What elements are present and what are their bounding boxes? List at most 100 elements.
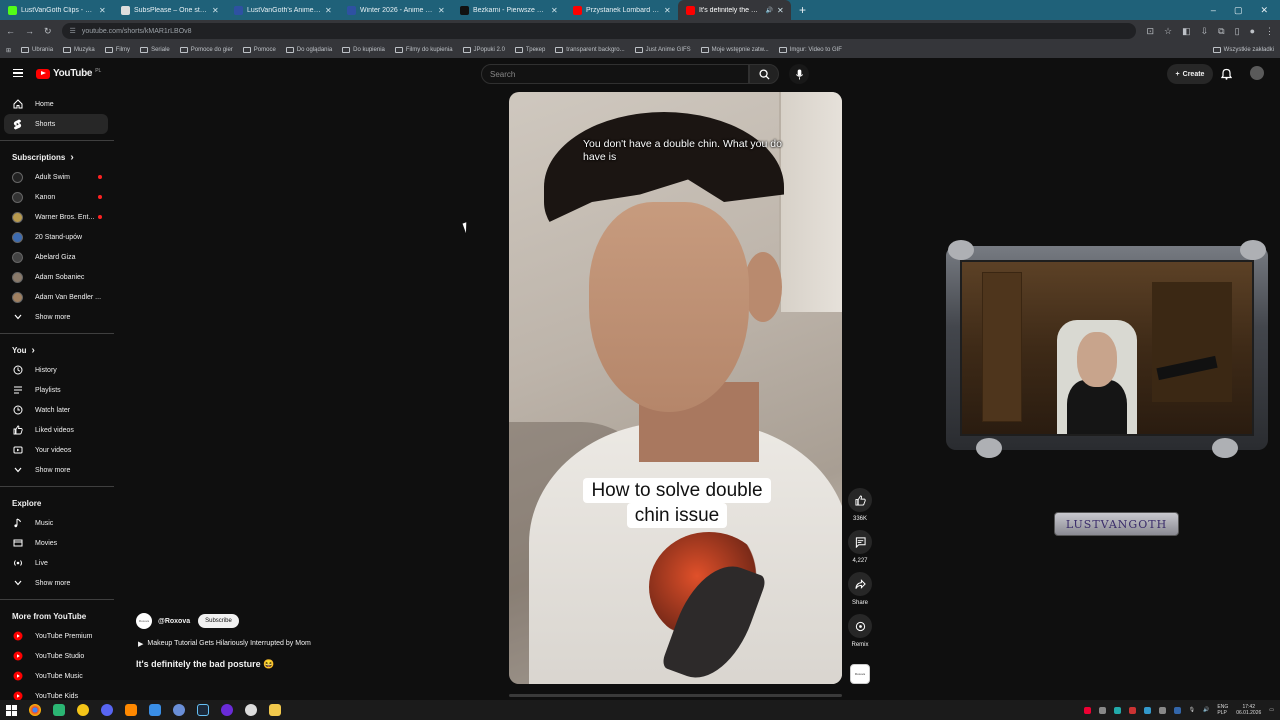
subscribe-button[interactable]: Subscribe (198, 614, 239, 628)
app-taskbar-icon[interactable] (53, 704, 65, 716)
related-video-link[interactable]: ▶ Makeup Tutorial Gets Hilariously Inter… (138, 640, 311, 648)
microphone-tray-icon[interactable]: 🎙 (1189, 707, 1195, 713)
discord-taskbar-icon[interactable] (101, 704, 113, 716)
obs-taskbar-icon[interactable] (221, 704, 233, 716)
browser-tab[interactable]: LustVanGoth Clips - Watch Live ✕ (0, 0, 113, 20)
tray-app-icon[interactable] (1083, 706, 1091, 714)
language-indicator[interactable]: ENG PLP (1217, 704, 1228, 716)
subscription-item[interactable]: 20 Stand-upów (0, 227, 116, 247)
sidebar-item-movies[interactable]: Movies (0, 533, 116, 553)
subscriptions-header[interactable]: Subscriptions › (0, 147, 116, 167)
menu-icon[interactable] (13, 69, 23, 77)
settings-taskbar-icon[interactable] (245, 704, 257, 716)
bookmark-item[interactable]: Pomoce (242, 47, 276, 53)
bookmark-item[interactable]: Filmy do kupienia (394, 47, 453, 53)
all-bookmarks[interactable]: Wszystkie zakładki (1212, 47, 1274, 53)
share-action[interactable]: Share (846, 572, 874, 606)
subscription-item[interactable]: Warner Bros. Ent... (0, 207, 116, 227)
sidebar-item-playlists[interactable]: Playlists (0, 380, 116, 400)
tray-app-icon[interactable] (1158, 706, 1166, 714)
remix-action[interactable]: Remix (846, 614, 874, 648)
bookmark-item[interactable]: transparent backgro... (555, 47, 625, 53)
comment-action[interactable]: 4,227 (846, 530, 874, 564)
bookmark-item[interactable]: Moje wstępnie zatw... (700, 47, 769, 53)
browser-tab[interactable]: Przystanek Lombard - Odc. 78 ✕ (565, 0, 678, 20)
sidebar-item-your-videos[interactable]: Your videos (0, 440, 116, 460)
extension-icon[interactable]: ◧ (1182, 26, 1191, 37)
subscription-item[interactable]: Kanon (0, 187, 116, 207)
close-tab-icon[interactable]: ✕ (551, 6, 559, 15)
bookmark-item[interactable]: Filmy (104, 47, 130, 53)
sidebar-item-shorts[interactable]: Shorts (4, 114, 108, 134)
star-icon[interactable]: ☆ (1164, 26, 1172, 37)
remix-button[interactable] (848, 614, 872, 638)
subscription-item[interactable]: Adam Van Bendler ... (0, 287, 116, 307)
back-icon[interactable]: ← (6, 26, 15, 36)
sidebar-item-youtube-music[interactable]: YouTube Music (0, 666, 116, 686)
like-button[interactable] (848, 488, 872, 512)
sidebar-item-home[interactable]: Home (0, 94, 116, 114)
voice-search-button[interactable] (789, 64, 809, 84)
sidebar-item-liked-videos[interactable]: Liked videos (0, 420, 116, 440)
chrome-taskbar-icon[interactable] (29, 704, 41, 716)
tray-app-icon[interactable] (1098, 706, 1106, 714)
tray-app-icon[interactable] (1143, 706, 1151, 714)
profile-icon[interactable]: ● (1250, 26, 1255, 37)
address-bar[interactable]: ☰ youtube.com/shorts/kMAR1rLBOv8 (61, 23, 1137, 39)
bookmark-item[interactable]: Ubrania (21, 47, 53, 53)
bookmark-item[interactable]: Imgur: Video to GIF (778, 47, 842, 53)
speaker-tray-icon[interactable]: 🔊 (1203, 707, 1209, 713)
tray-app-icon[interactable] (1173, 706, 1181, 714)
apps-icon[interactable]: ⊞ (6, 47, 11, 54)
browser-tab[interactable]: Bezkarni - Pierwsze starcie / Th ✕ (452, 0, 565, 20)
video-progress-bar[interactable] (509, 694, 842, 697)
sidebar-item-live[interactable]: Live (0, 553, 116, 573)
minimize-button[interactable]: – (1211, 5, 1216, 16)
audio-source-thumbnail[interactable]: Roxova (850, 664, 870, 684)
show-more-button[interactable]: Show more (0, 573, 116, 593)
subscription-item[interactable]: Adult Swim (0, 167, 116, 187)
browser-tab[interactable]: It's definitely the bad postu 🔊 ✕ (678, 0, 791, 20)
bookmark-item[interactable]: Do kupienia (342, 47, 385, 53)
close-tab-icon[interactable]: ✕ (325, 6, 333, 15)
browser-taskbar-icon[interactable] (173, 704, 185, 716)
browser-tab[interactable]: Winter 2026 - Anime - MyAnim ✕ (339, 0, 452, 20)
explorer-taskbar-icon[interactable] (269, 704, 281, 716)
close-tab-icon[interactable]: ✕ (777, 6, 785, 15)
bookmark-item[interactable]: JPopuki 2.0 (462, 47, 505, 53)
youtube-logo[interactable]: YouTube PL (36, 68, 101, 79)
sidebar-item-music[interactable]: Music (0, 513, 116, 533)
browser-tab[interactable]: LustVanGoth's Anime List - My ✕ (226, 0, 339, 20)
bookmark-item[interactable]: Do oglądania (285, 47, 332, 53)
steam-taskbar-icon[interactable] (197, 704, 209, 716)
vlc-taskbar-icon[interactable] (125, 704, 137, 716)
sidebar-item-history[interactable]: History (0, 360, 116, 380)
store-taskbar-icon[interactable] (149, 704, 161, 716)
bookmark-item[interactable]: Just Anime GIFS (634, 47, 691, 53)
download-icon[interactable]: ⇩ (1201, 26, 1209, 37)
sidebar-item-youtube-studio[interactable]: YouTube Studio (0, 646, 116, 666)
close-window-button[interactable]: ✕ (1260, 5, 1268, 16)
new-tab-button[interactable]: + (791, 3, 814, 17)
windows-start-icon[interactable] (6, 704, 17, 716)
share-button[interactable] (848, 572, 872, 596)
show-more-button[interactable]: Show more (0, 460, 116, 480)
sidebar-toggle-icon[interactable]: ▯ (1235, 26, 1240, 37)
channel-name[interactable]: @Roxova (158, 618, 190, 625)
sidebar-item-watch-later[interactable]: Watch later (0, 400, 116, 420)
close-tab-icon[interactable]: ✕ (212, 6, 220, 15)
close-tab-icon[interactable]: ✕ (438, 6, 446, 15)
install-icon[interactable]: ⊡ (1146, 26, 1154, 37)
puzzle-icon[interactable]: ⧉ (1218, 26, 1224, 37)
bookmark-item[interactable]: Трекер (514, 47, 545, 53)
close-tab-icon[interactable]: ✕ (664, 6, 672, 15)
maximize-button[interactable]: ▢ (1234, 5, 1243, 16)
forward-icon[interactable]: → (25, 26, 34, 36)
sidebar-item-youtube-premium[interactable]: YouTube Premium (0, 626, 116, 646)
subscription-item[interactable]: Abelard Giza (0, 247, 116, 267)
create-button[interactable]: + Create (1167, 64, 1213, 84)
shorts-video-player[interactable]: You don't have a double chin. What you d… (509, 92, 842, 684)
kebab-menu-icon[interactable]: ⋮ (1265, 26, 1274, 37)
bookmark-item[interactable]: Seriale (140, 47, 170, 53)
norton-taskbar-icon[interactable] (77, 704, 89, 716)
